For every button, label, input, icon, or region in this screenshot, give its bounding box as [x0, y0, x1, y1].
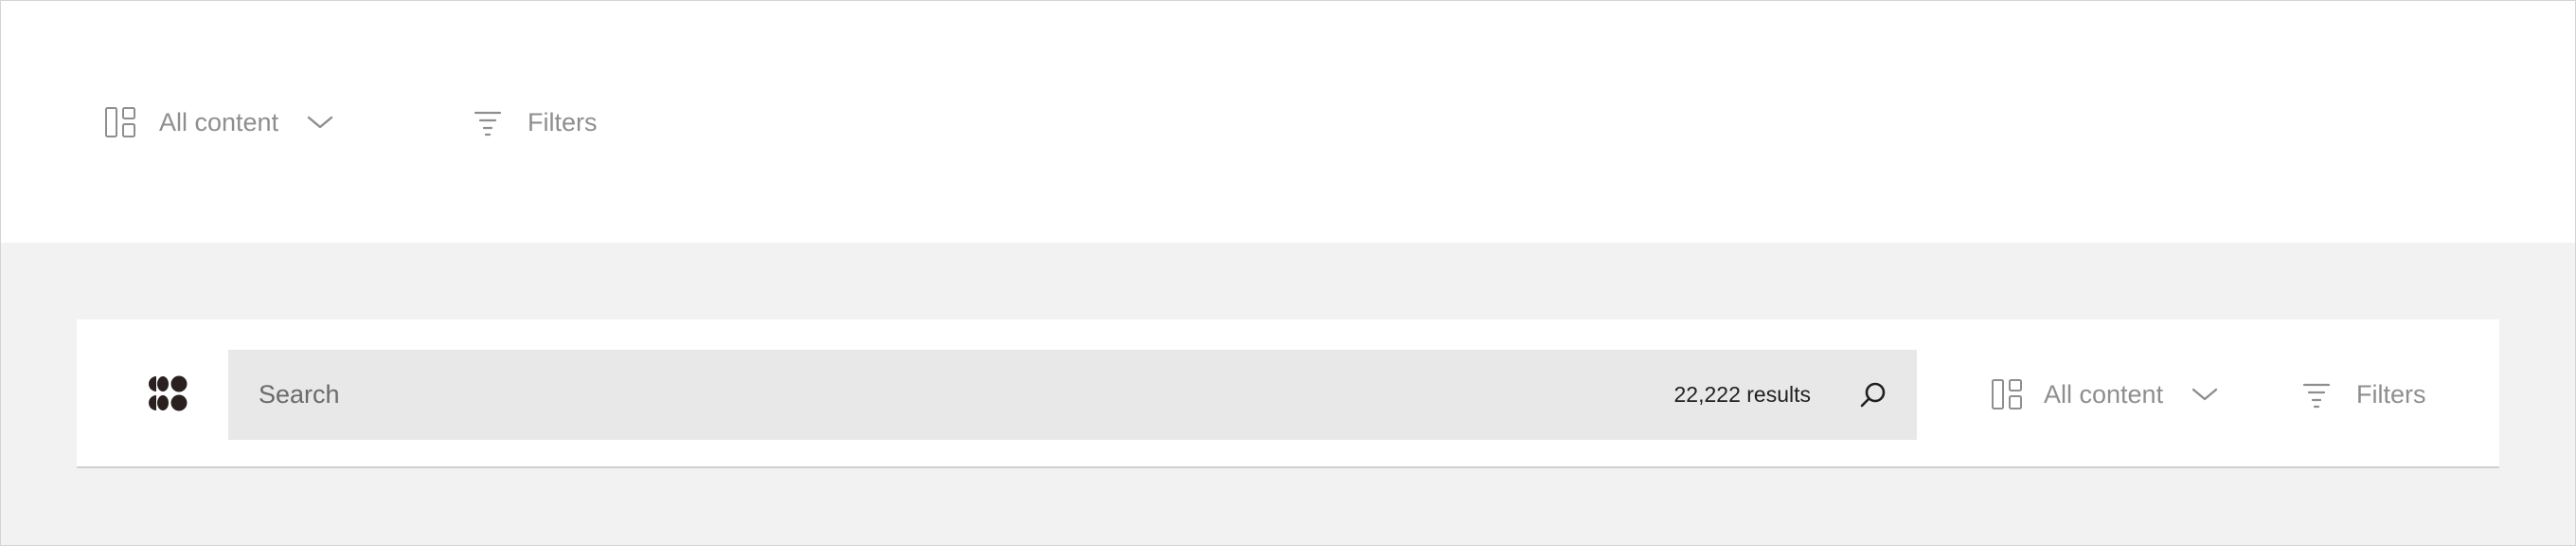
layout-icon — [1991, 378, 2023, 410]
search-icon[interactable] — [1858, 380, 1888, 410]
filters-label: Filters — [528, 107, 598, 136]
filters-label: Filters — [2356, 379, 2426, 409]
content-type-label: All content — [2044, 379, 2164, 409]
content-type-label: All content — [159, 107, 279, 136]
search-input[interactable] — [228, 350, 1554, 440]
layout-icon — [104, 106, 136, 138]
search-box: 22,222 results — [228, 350, 1917, 440]
results-count: 22,222 results — [1673, 382, 1811, 407]
toolbar-filters-button[interactable]: Filters — [2301, 375, 2426, 413]
toolbar-content-type-dropdown[interactable]: All content — [1991, 375, 2218, 413]
chevron-down-icon — [307, 115, 333, 130]
logo-icon[interactable] — [147, 374, 188, 412]
filter-icon — [473, 107, 503, 137]
page-frame: All content Filters Search 22,222 result… — [0, 0, 2576, 546]
content-type-dropdown[interactable]: All content — [104, 103, 333, 141]
chevron-down-icon — [2191, 387, 2218, 402]
search-toolbar: 22,222 results All content — [77, 319, 2499, 468]
top-filter-bar: All content Filters — [1, 1, 2575, 243]
filter-icon — [2301, 379, 2332, 410]
filters-button[interactable]: Filters — [473, 103, 598, 141]
